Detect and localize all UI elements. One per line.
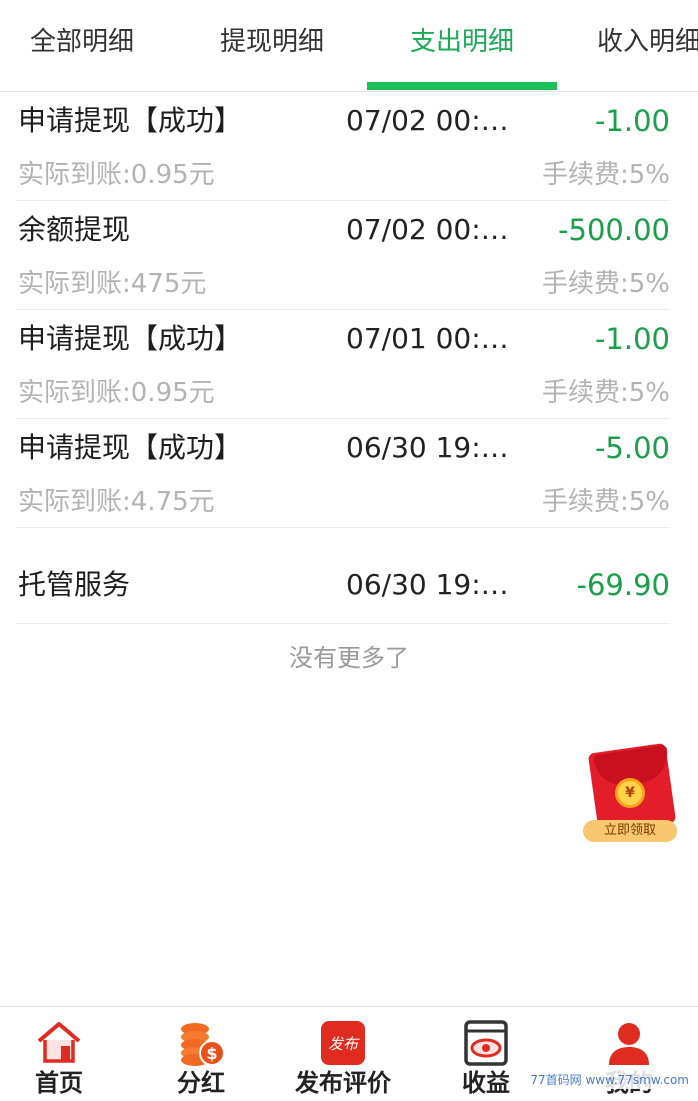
svg-text:$: $ [206,1044,217,1063]
record-actual-received: 实际到账:4.75元 [18,487,215,517]
profile-icon [609,1023,649,1065]
list-item[interactable]: 托管服务 06/30 19:… -69.90 [16,528,670,624]
tab-all-details[interactable]: 全部明细 [0,0,177,90]
record-amount: -5.00 [594,431,670,465]
record-amount: -500.00 [558,213,670,247]
red-packet-button[interactable]: ¥ 立即领取 [583,742,677,842]
tab-label: 收入明细 [597,27,698,57]
tab-bar: 全部明细 提现明细 支出明细 收入明细 [0,0,698,92]
list-item[interactable]: 申请提现【成功】 07/02 00:… -1.00 实际到账:0.95元 手续费… [16,92,670,201]
nav-label: 首页 [35,1069,83,1097]
tab-label: 支出明细 [409,27,514,57]
record-time: 06/30 19:… [346,568,509,601]
nav-label: 发布评价 [295,1069,391,1097]
tab-expense-details[interactable]: 支出明细 [367,0,557,90]
bottom-nav: 首页 $ 分红 发布 发布评价 收益 77首码网 www.77smw.com [0,1006,698,1101]
red-packet-label: 立即领取 [583,820,677,842]
record-time: 07/02 00:… [346,104,509,137]
record-title: 申请提现【成功】 [18,104,243,137]
home-icon [37,1022,81,1063]
record-title: 申请提现【成功】 [18,431,243,464]
record-time: 06/30 19:… [346,431,509,464]
record-amount: -1.00 [594,322,670,356]
no-more-hint: 没有更多了 [289,644,409,672]
record-amount: -69.90 [576,568,671,602]
record-actual-received: 实际到账:0.95元 [18,378,215,408]
list-item[interactable]: 余额提现 07/02 00:… -500.00 实际到账:475元 手续费:5% [16,201,670,310]
record-fee: 手续费:5% [541,378,670,408]
record-list: 申请提现【成功】 07/02 00:… -1.00 实际到账:0.95元 手续费… [16,92,670,624]
record-title: 余额提现 [18,213,131,246]
nav-dividend[interactable]: $ 分红 [131,1007,271,1101]
tab-withdraw-details[interactable]: 提现明细 [177,0,367,90]
earnings-icon [464,1020,508,1066]
active-tab-indicator [367,82,557,90]
record-fee: 手续费:5% [541,160,670,190]
tab-label: 提现明细 [219,27,324,57]
record-amount: -1.00 [594,104,670,138]
nav-label: 分红 [177,1069,225,1097]
coin-icon: ¥ [615,778,645,808]
svg-text:发布: 发布 [328,1035,360,1053]
list-item[interactable]: 申请提现【成功】 06/30 19:… -5.00 实际到账:4.75元 手续费… [16,419,670,528]
record-fee: 手续费:5% [541,487,670,517]
record-time: 07/02 00:… [346,213,509,246]
watermark-text: 77首码网 www.77smw.com [527,1070,692,1089]
record-title: 托管服务 [18,568,131,601]
list-item[interactable]: 申请提现【成功】 07/01 00:… -1.00 实际到账:0.95元 手续费… [16,310,670,419]
record-fee: 手续费:5% [541,269,670,299]
tab-label: 全部明细 [29,27,134,57]
coins-icon: $ [181,1023,225,1066]
record-time: 07/01 00:… [346,322,509,355]
record-actual-received: 实际到账:475元 [18,269,207,299]
record-actual-received: 实际到账:0.95元 [18,160,215,190]
nav-publish-review[interactable]: 发布 发布评价 [273,1007,413,1101]
tab-income-details[interactable]: 收入明细 [557,0,698,90]
publish-icon: 发布 [321,1021,365,1065]
record-title: 申请提现【成功】 [18,322,243,355]
nav-home[interactable]: 首页 [0,1007,129,1101]
